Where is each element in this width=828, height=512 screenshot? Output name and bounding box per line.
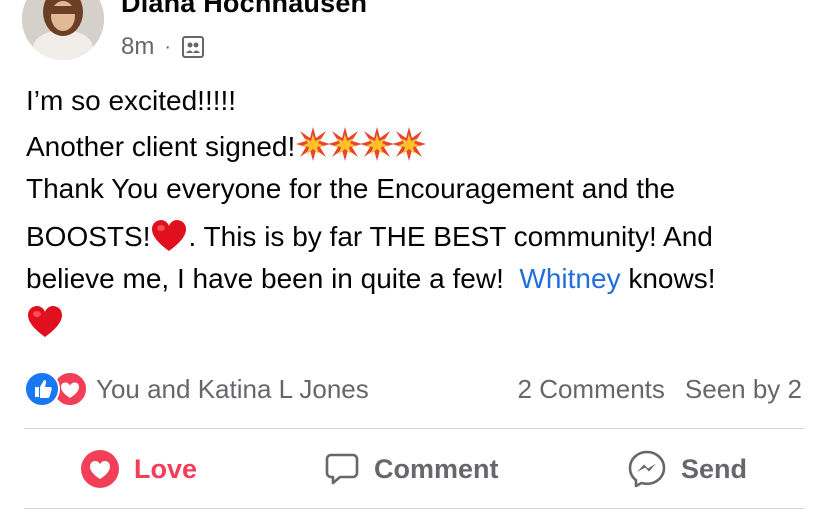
collision-emoji bbox=[360, 127, 395, 161]
send-button[interactable]: Send bbox=[627, 432, 747, 506]
comments-count[interactable]: 2 Comments bbox=[518, 374, 665, 405]
author-name[interactable]: Diana Hochhausen bbox=[121, 0, 367, 19]
collision-emoji bbox=[392, 127, 427, 161]
post-text-segment: BOOSTS! bbox=[26, 221, 151, 252]
post-time[interactable]: 8m bbox=[121, 33, 154, 61]
action-bar: Love Comment Send bbox=[24, 432, 804, 506]
post-stats: 2 Comments Seen by 2 bbox=[518, 374, 802, 405]
like-reaction-icon bbox=[24, 371, 60, 407]
comment-icon bbox=[325, 453, 359, 485]
post-text-line bbox=[26, 302, 64, 343]
collision-emoji bbox=[328, 127, 363, 161]
divider bbox=[24, 428, 804, 429]
red-heart-emoji bbox=[152, 220, 187, 251]
post-text-segment: Another client signed! bbox=[26, 131, 296, 162]
group-icon bbox=[181, 35, 205, 59]
post-text-line: I’m so excited!!!!! bbox=[26, 85, 237, 116]
post-meta: 8m · bbox=[121, 32, 205, 62]
love-label: Love bbox=[134, 453, 198, 484]
collision-emoji bbox=[296, 127, 331, 161]
author-avatar[interactable] bbox=[22, 0, 104, 60]
send-label: Send bbox=[681, 453, 748, 484]
comment-button[interactable]: Comment bbox=[324, 432, 499, 506]
post-text-line: BOOSTS! . This is by far THE BEST communi… bbox=[26, 216, 713, 257]
meta-separator: · bbox=[164, 35, 172, 58]
more-horizontal-icon[interactable] bbox=[770, 0, 806, 6]
red-heart-emoji bbox=[28, 306, 62, 337]
post-text-segment: knows! bbox=[620, 263, 716, 294]
post-text-line: believe me, I have been in quite a few! … bbox=[26, 258, 716, 299]
seen-by-count[interactable]: Seen by 2 bbox=[685, 374, 802, 405]
reactions-summary[interactable]: You and Katina L Jones bbox=[24, 371, 369, 407]
divider bbox=[24, 508, 804, 509]
post-text-segment: . This is by far THE BEST community! And bbox=[188, 221, 713, 252]
love-button[interactable]: Love bbox=[80, 432, 197, 506]
reaction-names[interactable]: You and Katina L Jones bbox=[96, 374, 369, 405]
post-card: Diana Hochhausen 8m · I’m so excited!!!!… bbox=[0, 0, 828, 512]
mention-link[interactable]: Whitney bbox=[519, 263, 620, 294]
love-icon bbox=[81, 450, 119, 488]
post-text-line: Another client signed! bbox=[26, 126, 427, 167]
post-text-segment: believe me, I have been in quite a few! bbox=[26, 263, 520, 294]
post-text-line: Thank You everyone for the Encouragement… bbox=[26, 173, 676, 204]
comment-label: Comment bbox=[374, 453, 499, 484]
messenger-icon bbox=[628, 450, 666, 488]
